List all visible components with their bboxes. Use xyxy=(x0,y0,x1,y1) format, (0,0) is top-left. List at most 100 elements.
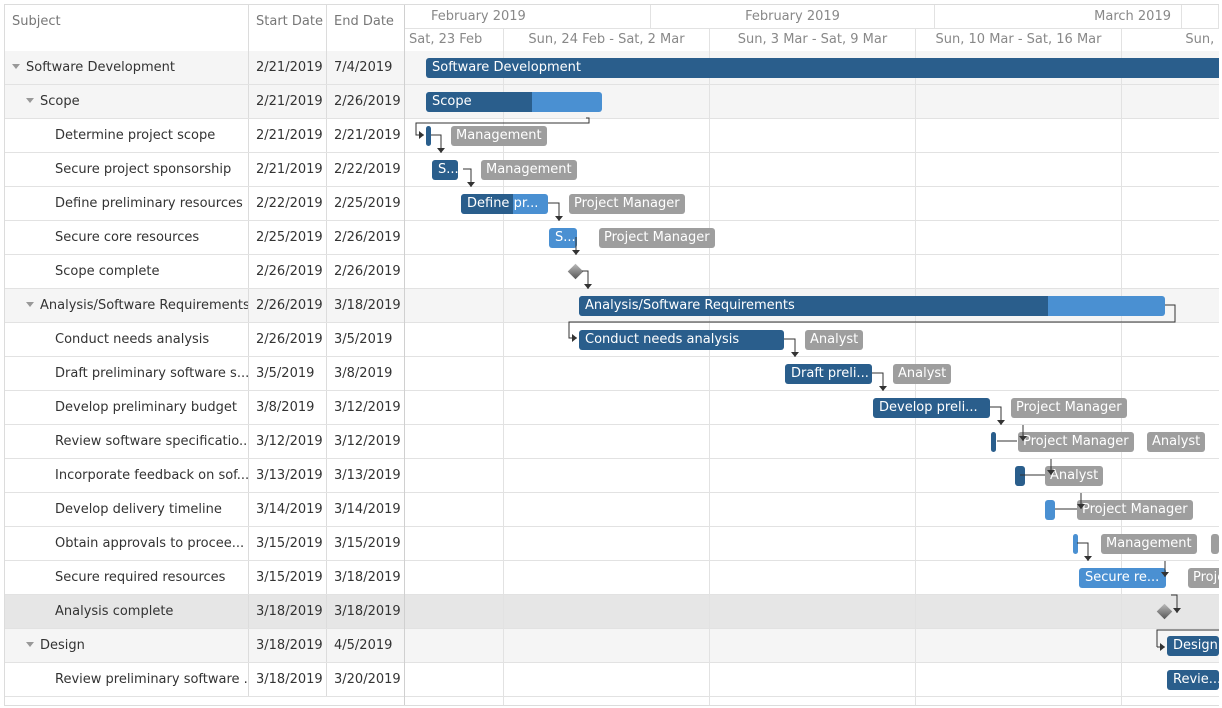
task-row[interactable]: Incorporate feedback on sof... 3/13/2019 3… xyxy=(5,459,404,493)
task-row[interactable]: Define preliminary resources 2/22/2019 2/2… xyxy=(5,187,404,221)
task-row[interactable]: Review preliminary software ... 3/18/2019… xyxy=(5,663,404,697)
resource-label: Proje xyxy=(1188,568,1219,588)
task-end-date: 3/5/2019 xyxy=(334,332,393,347)
task-row[interactable]: Develop delivery timeline 3/14/2019 3/14/2… xyxy=(5,493,404,527)
task-subject-cell: Scope xyxy=(5,85,249,118)
task-subject: Determine project scope xyxy=(55,128,216,143)
column-header-start-date[interactable]: Start Date xyxy=(249,5,327,51)
week-gridline xyxy=(503,51,504,705)
task-start-date: 2/22/2019 xyxy=(249,187,327,220)
task-end-date: 2/26/2019 xyxy=(334,264,401,279)
task-row[interactable]: Scope 2/21/2019 2/26/2019 xyxy=(5,85,404,119)
resource-label: Project Manager xyxy=(1011,398,1127,418)
week-header-cell: Sun, 10 Mar - Sat, 16 Mar xyxy=(916,28,1122,51)
task-subject: Draft preliminary software s... xyxy=(55,366,249,381)
task-start-date: 3/15/2019 xyxy=(249,561,327,594)
task-bar[interactable]: Analysis/Software Requirements xyxy=(579,296,1165,316)
grid-header: Subject Start Date End Date xyxy=(5,5,404,52)
task-end-date: 3/8/2019 xyxy=(334,366,393,381)
task-start-date: 2/26/2019 xyxy=(249,255,327,288)
task-bar[interactable]: Define pr... xyxy=(461,194,548,214)
task-bar[interactable]: Develop preli... xyxy=(873,398,990,418)
task-start-date: 2/26/2019 xyxy=(249,323,327,356)
task-bar[interactable]: Design xyxy=(1167,636,1219,656)
task-row[interactable]: Analysis/Software Requirements 2/26/2019 3… xyxy=(5,289,404,323)
task-row[interactable]: Scope complete 2/26/2019 2/26/2019 xyxy=(5,255,404,289)
task-start-date: 3/13/2019 xyxy=(249,459,327,492)
collapse-caret-icon[interactable] xyxy=(12,64,20,69)
task-end-date: 3/18/2019 xyxy=(334,570,401,585)
timeline-body: Software Development Scope Management S... M… xyxy=(405,51,1219,705)
task-end-date: 3/20/2019 xyxy=(334,672,401,687)
task-bar[interactable]: S... xyxy=(432,160,458,180)
task-subject: Conduct needs analysis xyxy=(55,332,210,347)
task-bar[interactable]: Secure re... xyxy=(1079,568,1166,588)
task-subject: Scope xyxy=(40,94,80,109)
task-start-date: 3/18/2019 xyxy=(249,663,327,696)
task-bar-label: Draft preli... xyxy=(791,366,869,381)
task-start-date: 2/21/2019 xyxy=(249,51,327,84)
task-bar-label: Conduct needs analysis xyxy=(585,332,740,347)
task-subject: Secure project sponsorship xyxy=(55,162,232,177)
task-end-date: 3/13/2019 xyxy=(334,468,401,483)
gantt-chart: Subject Start Date End Date Software Dev… xyxy=(4,4,1219,706)
task-row[interactable]: Draft preliminary software s... 3/5/2019 3… xyxy=(5,357,404,391)
task-row[interactable]: Review software specificatio... 3/12/2019… xyxy=(5,425,404,459)
task-bar[interactable]: Conduct needs analysis xyxy=(579,330,784,350)
task-subject-cell: Conduct needs analysis xyxy=(5,323,249,356)
task-row[interactable]: Secure project sponsorship 2/21/2019 2/22/… xyxy=(5,153,404,187)
resource-label: Management xyxy=(451,126,547,146)
task-bar[interactable] xyxy=(1045,500,1055,520)
collapse-caret-icon[interactable] xyxy=(26,302,34,307)
task-end-date: 4/5/2019 xyxy=(334,638,393,653)
task-bar[interactable] xyxy=(1073,534,1078,554)
task-end-date: 3/18/2019 xyxy=(334,604,401,619)
task-bar[interactable]: S... xyxy=(549,228,577,248)
task-start-date: 2/21/2019 xyxy=(249,119,327,152)
task-subject-cell: Define preliminary resources xyxy=(5,187,249,220)
task-bar[interactable]: Scope xyxy=(426,92,602,112)
task-bar[interactable] xyxy=(1015,466,1025,486)
task-subject: Incorporate feedback on sof... xyxy=(55,468,249,483)
resource-label: Analyst xyxy=(893,364,952,384)
task-subject-cell: Software Development xyxy=(5,51,249,84)
task-grid: Subject Start Date End Date Software Dev… xyxy=(5,5,405,705)
task-row[interactable]: Secure core resources 2/25/2019 2/26/2019 xyxy=(5,221,404,255)
task-bar-label: Revie... xyxy=(1173,672,1219,687)
task-start-date: 2/21/2019 xyxy=(249,85,327,118)
task-row[interactable]: Determine project scope 2/21/2019 2/21/201… xyxy=(5,119,404,153)
task-bar-label: Analysis/Software Requirements xyxy=(585,298,795,313)
task-bar[interactable]: Software Development xyxy=(426,58,1219,78)
week-header-cell: Sun, 24 Feb - Sat, 2 Mar xyxy=(504,28,710,51)
task-row[interactable]: Obtain approvals to procee... 3/15/2019 3/… xyxy=(5,527,404,561)
task-start-date: 2/26/2019 xyxy=(249,289,327,322)
task-row[interactable]: Secure required resources 3/15/2019 3/18/2… xyxy=(5,561,404,595)
task-subject-cell: Incorporate feedback on sof... xyxy=(5,459,249,492)
collapse-caret-icon[interactable] xyxy=(26,98,34,103)
month-header-cell: February 2019 xyxy=(651,5,935,28)
collapse-caret-icon[interactable] xyxy=(26,642,34,647)
task-bar[interactable] xyxy=(426,126,431,146)
task-bar-label: Develop preli... xyxy=(879,400,978,415)
task-bar[interactable]: Revie... xyxy=(1167,670,1219,690)
task-subject-cell: Secure required resources xyxy=(5,561,249,594)
week-gridline xyxy=(709,51,710,705)
task-row[interactable]: Design 3/18/2019 4/5/2019 xyxy=(5,629,404,663)
task-end-date: 3/12/2019 xyxy=(334,434,401,449)
task-subject: Review preliminary software ... xyxy=(55,672,249,687)
task-subject: Develop delivery timeline xyxy=(55,502,222,517)
task-row[interactable]: Conduct needs analysis 2/26/2019 3/5/2019 xyxy=(5,323,404,357)
task-row[interactable]: Analysis complete 3/18/2019 3/18/2019 xyxy=(5,595,404,629)
task-end-date: 3/18/2019 xyxy=(334,298,401,313)
task-subject: Define preliminary resources xyxy=(55,196,243,211)
task-bar[interactable]: Draft preli... xyxy=(785,364,872,384)
resource-label: Project Manager xyxy=(599,228,715,248)
column-header-end-date[interactable]: End Date xyxy=(327,5,404,51)
task-bar[interactable] xyxy=(991,432,996,452)
month-header-cell: March 2019 xyxy=(935,5,1182,28)
task-row[interactable]: Software Development 2/21/2019 7/4/2019 xyxy=(5,51,404,85)
task-subject-cell: Design xyxy=(5,629,249,662)
task-bar-label: S... xyxy=(438,162,458,177)
task-row[interactable]: Develop preliminary budget 3/8/2019 3/12/2… xyxy=(5,391,404,425)
column-header-subject[interactable]: Subject xyxy=(5,5,249,51)
